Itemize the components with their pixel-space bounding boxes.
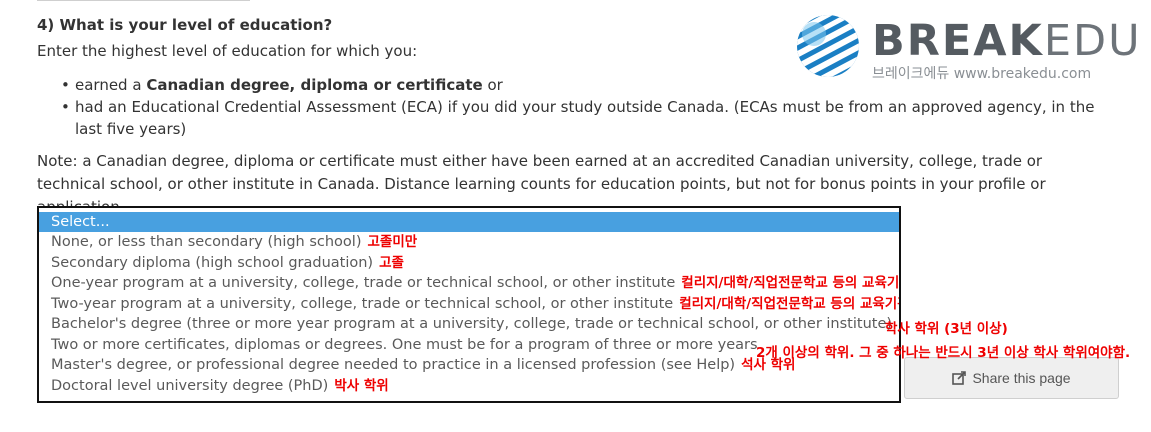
- option-select[interactable]: Select...: [39, 212, 899, 232]
- question-title: 4) What is your level of education?: [37, 16, 333, 34]
- top-divider: [37, 0, 250, 1]
- logo-wordmark: BREAKEDU: [872, 16, 1142, 66]
- korean-annotation: 컬리지/대학/직업전문학교 등의 교육기관에서 1년 과정 수료: [681, 275, 900, 291]
- criteria-list: • earned a Canadian degree, diploma or ce…: [37, 74, 1107, 140]
- logo-subtitle: 브레이크에듀 www.breakedu.com: [872, 66, 1092, 82]
- education-level-select[interactable]: Select... None, or less than secondary (…: [37, 206, 901, 403]
- option-secondary-diploma[interactable]: Secondary diploma (high school graduatio…: [39, 253, 899, 274]
- share-icon: [952, 371, 967, 385]
- korean-annotation: 학사 학위 (3년 이상): [885, 321, 1008, 337]
- breakedu-logo: BREAKEDU 브레이크에듀 www.breakedu.com: [794, 12, 1140, 82]
- korean-annotation: 2개 이상의 학위. 그 중 하나는 반드시 3년 이상 학사 학위여야함.: [756, 345, 1131, 361]
- korean-annotation: 고졸: [379, 254, 404, 271]
- korean-annotation: 컬리지/대학/직업전문학교 등의 교육기관에서 2년 과정 수료: [679, 295, 899, 312]
- korean-annotation: 고졸미만: [367, 234, 418, 250]
- option-doctoral-degree[interactable]: Doctoral level university degree (PhD) 박사…: [39, 376, 899, 397]
- option-bachelors-degree[interactable]: Bachelor's degree (three or more year pr…: [39, 314, 899, 335]
- option-one-year-program[interactable]: One-year program at a university, colleg…: [39, 273, 899, 294]
- emphasis-text: Canadian degree, diploma or certificate: [146, 76, 483, 94]
- option-less-than-secondary[interactable]: None, or less than secondary (high schoo…: [39, 232, 899, 253]
- question-intro: Enter the highest level of education for…: [37, 42, 418, 60]
- option-two-year-program[interactable]: Two-year program at a university, colleg…: [39, 294, 899, 315]
- korean-annotation: 박사 학위: [334, 377, 389, 394]
- sphere-logo-icon: [797, 15, 859, 77]
- share-page-button[interactable]: Share this page: [904, 357, 1119, 399]
- list-item: • had an Educational Credential Assessmen…: [61, 98, 1095, 138]
